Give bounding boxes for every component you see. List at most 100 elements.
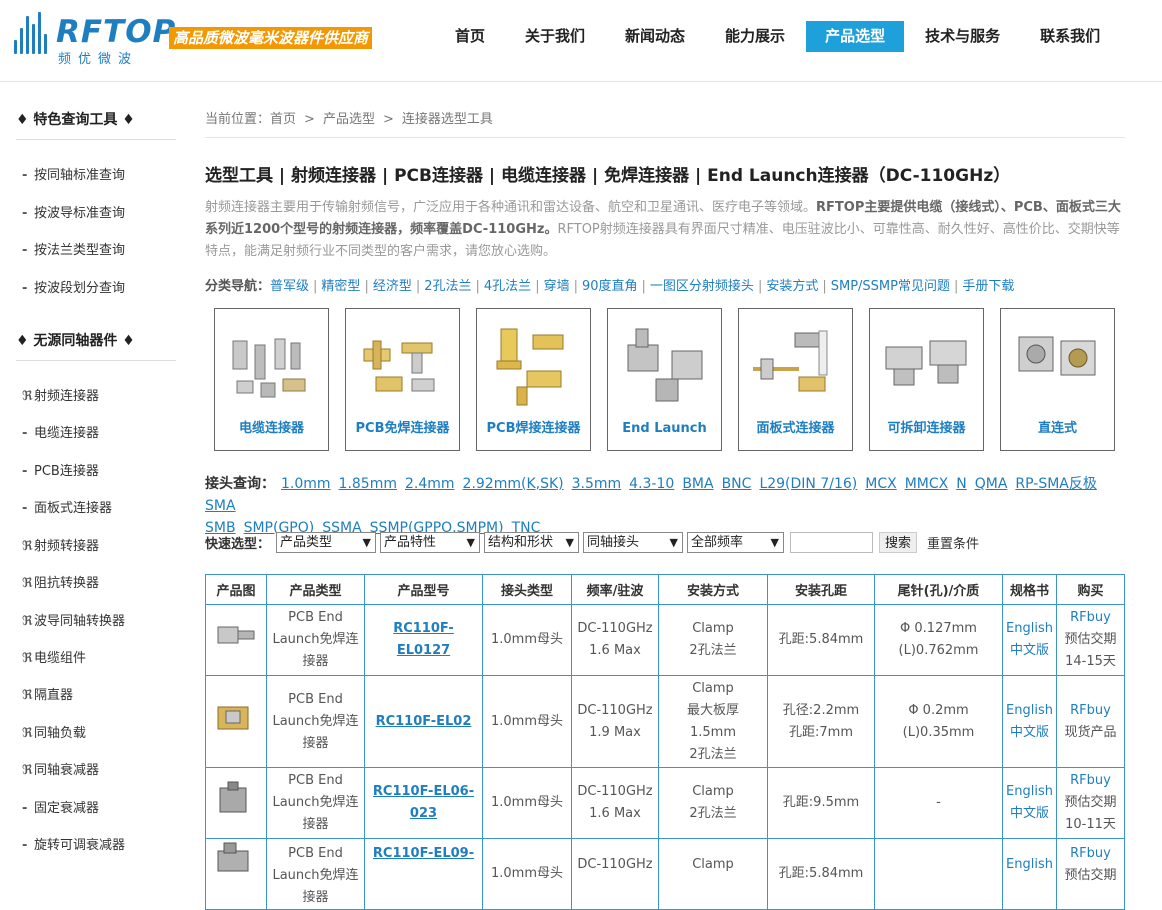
connector-link[interactable]: QMA	[975, 476, 1008, 492]
rfbuy-link[interactable]: RFbuy	[1070, 610, 1111, 625]
reset-button[interactable]: 重置条件	[927, 533, 979, 552]
spec-english-link[interactable]: English	[1005, 618, 1054, 640]
search-button[interactable]: 搜索	[879, 531, 918, 553]
catnav-link[interactable]: 90度直角	[582, 279, 638, 294]
connector-link[interactable]: MMCX	[905, 476, 949, 492]
select-frequency[interactable]: 全部频率 ▼	[687, 531, 785, 553]
connector-link[interactable]: 4.3-10	[629, 476, 674, 492]
spec-chinese-link[interactable]: 中文版	[1005, 803, 1054, 825]
nav-product-selection[interactable]: 产品选型	[806, 21, 905, 52]
sidebar-item-coax-attenuator[interactable]: ℜ同轴衰减器	[22, 759, 99, 778]
chevron-down-icon: ▼	[669, 535, 679, 549]
connector-link[interactable]: N	[956, 476, 966, 492]
sidebar-item-coax-load[interactable]: ℜ同轴负载	[22, 722, 86, 741]
spec-chinese-link[interactable]: 中文版	[1005, 640, 1054, 662]
rfbuy-link[interactable]: RFbuy	[1070, 703, 1111, 718]
card-direct-connector[interactable]: 直连式	[1000, 308, 1115, 451]
sidebar-item-waveguide-coax[interactable]: ℜ波导同轴转换器	[22, 610, 125, 629]
nav-news[interactable]: 新闻动态	[606, 21, 704, 52]
connector-link[interactable]: BNC	[722, 476, 752, 492]
page-title: 选型工具 | 射频连接器 | PCB连接器 | 电缆连接器 | 免焊连接器 | …	[205, 166, 1011, 186]
card-end-launch[interactable]: End Launch	[607, 308, 722, 451]
sidebar-item-cable-connector[interactable]: - 电缆连接器	[22, 422, 99, 441]
connector-link[interactable]: BMA	[682, 476, 713, 492]
connector-link[interactable]: 3.5mm	[572, 476, 622, 492]
card-cable-connector[interactable]: 电缆连接器	[214, 308, 329, 451]
connector-link[interactable]: L29(DIN 7/16)	[759, 476, 857, 492]
table-row: PCB End Launch免焊连 接器 RC110F-EL06- 023 1.0mm…	[205, 767, 1125, 839]
connector-link[interactable]: RP-SMA反极	[1015, 476, 1096, 492]
nav-home[interactable]: 首页	[436, 21, 504, 52]
product-thumbnail[interactable]	[214, 617, 258, 655]
spec-english-link[interactable]: English	[1005, 700, 1054, 722]
header-pin: 尾针(孔)/介质	[874, 574, 1003, 605]
sidebar-item-pcb-connector[interactable]: - PCB连接器	[22, 460, 99, 479]
sidebar-item-coax-standard[interactable]: - 按同轴标准查询	[22, 164, 125, 183]
connector-link[interactable]: 1.0mm	[281, 476, 331, 492]
sidebar-item-waveguide-standard[interactable]: - 按波导标准查询	[22, 202, 125, 221]
sidebar-item-fixed-attenuator[interactable]: - 固定衰减器	[22, 797, 99, 816]
select-product-feature[interactable]: 产品特性 ▼	[380, 531, 481, 553]
site-logo[interactable]: RFTOP 频优微波 高品质微波毫米波器件供应商	[14, 10, 394, 68]
detachable-connector-image	[885, 340, 967, 386]
catnav-link[interactable]: 普军级	[270, 279, 309, 294]
nav-contact[interactable]: 联系我们	[1021, 21, 1119, 52]
spec-chinese-link[interactable]: 中文版	[1005, 722, 1054, 744]
chevron-down-icon: ▼	[362, 535, 372, 549]
select-coax-connector[interactable]: 同轴接头 ▼	[583, 531, 684, 553]
rfbuy-link[interactable]: RFbuy	[1070, 773, 1111, 788]
breadcrumb-product-selection[interactable]: 产品选型	[323, 112, 375, 127]
catnav-link[interactable]: 经济型	[373, 279, 412, 294]
select-product-type[interactable]: 产品类型 ▼	[276, 531, 377, 553]
connector-link[interactable]: SMA	[205, 498, 236, 514]
connector-link[interactable]: 2.92mm(K,SK)	[463, 476, 564, 492]
product-model-link[interactable]: RC110F-EL06- 023	[373, 784, 474, 821]
sidebar-item-rf-connector[interactable]: ℜ射频连接器	[22, 385, 99, 404]
category-cards: 电缆连接器 PCB免焊连接器 PCB焊接连接器 End Launch 面板式连接…	[214, 308, 1131, 451]
connector-link[interactable]: 1.85mm	[339, 476, 397, 492]
catnav-link[interactable]: 2孔法兰	[424, 279, 471, 294]
sidebar-item-band[interactable]: - 按波段划分查询	[22, 277, 125, 296]
nav-about[interactable]: 关于我们	[506, 21, 604, 52]
product-thumbnail[interactable]	[214, 839, 258, 877]
search-input[interactable]	[790, 531, 874, 553]
table-row: PCB End Launch免焊连 接器 RC110F-EL0127 1.0mm母头…	[205, 604, 1125, 676]
connector-link[interactable]: MCX	[865, 476, 896, 492]
spec-english-link[interactable]: English	[1005, 781, 1054, 803]
card-detachable-connector[interactable]: 可拆卸连接器	[869, 308, 984, 451]
select-structure[interactable]: 结构和形状 ▼	[484, 531, 580, 553]
sidebar-item-rf-adapter[interactable]: ℜ射频转接器	[22, 535, 99, 554]
sidebar-item-rotary-attenuator[interactable]: - 旋转可调衰减器	[22, 834, 125, 853]
catnav-link[interactable]: 精密型	[321, 279, 360, 294]
breadcrumb-connector-tool[interactable]: 连接器选型工具	[402, 112, 493, 127]
connector-link[interactable]: 2.4mm	[405, 476, 455, 492]
sidebar-item-cable-assembly[interactable]: ℜ电缆组件	[22, 647, 86, 666]
breadcrumb-home[interactable]: 首页	[270, 112, 296, 127]
product-thumbnail[interactable]	[214, 699, 258, 737]
catnav-link[interactable]: 穿墙	[544, 279, 570, 294]
card-panel-connector[interactable]: 面板式连接器	[738, 308, 853, 451]
sidebar-item-panel-connector[interactable]: - 面板式连接器	[22, 497, 112, 516]
logo-chinese-name: 频优微波	[58, 52, 139, 67]
nav-capabilities[interactable]: 能力展示	[706, 21, 804, 52]
sidebar-item-dc-block[interactable]: ℜ隔直器	[22, 684, 73, 703]
product-model-link[interactable]: RC110F-EL09-	[373, 846, 474, 861]
table-row: PCB End Launch免焊连 接器 RC110F-EL09- 1.0mm母头 …	[205, 838, 1125, 910]
product-thumbnail[interactable]	[214, 780, 258, 818]
sidebar-item-flange-type[interactable]: - 按法兰类型查询	[22, 239, 125, 258]
catnav-link[interactable]: 一图区分射频接头	[650, 279, 754, 294]
product-model-link[interactable]: RC110F-EL0127	[393, 621, 454, 658]
catnav-link[interactable]: SMP/SSMP常见问题	[831, 279, 950, 294]
product-model-link[interactable]: RC110F-EL02	[376, 714, 472, 729]
catnav-link[interactable]: 4孔法兰	[484, 279, 531, 294]
card-pcb-solderless[interactable]: PCB免焊连接器	[345, 308, 460, 451]
catnav-link[interactable]: 安装方式	[766, 279, 818, 294]
card-pcb-solder[interactable]: PCB焊接连接器	[476, 308, 591, 451]
pcb-solderless-image	[363, 340, 435, 392]
sidebar-item-impedance-converter[interactable]: ℜ阻抗转换器	[22, 572, 99, 591]
spec-english-link[interactable]: English	[1005, 854, 1054, 876]
nav-tech-service[interactable]: 技术与服务	[906, 21, 1019, 52]
catnav-link[interactable]: 手册下载	[962, 279, 1014, 294]
rfbuy-link[interactable]: RFbuy	[1070, 846, 1111, 861]
breadcrumb: 当前位置：首页 > 产品选型 > 连接器选型工具	[205, 108, 1125, 138]
